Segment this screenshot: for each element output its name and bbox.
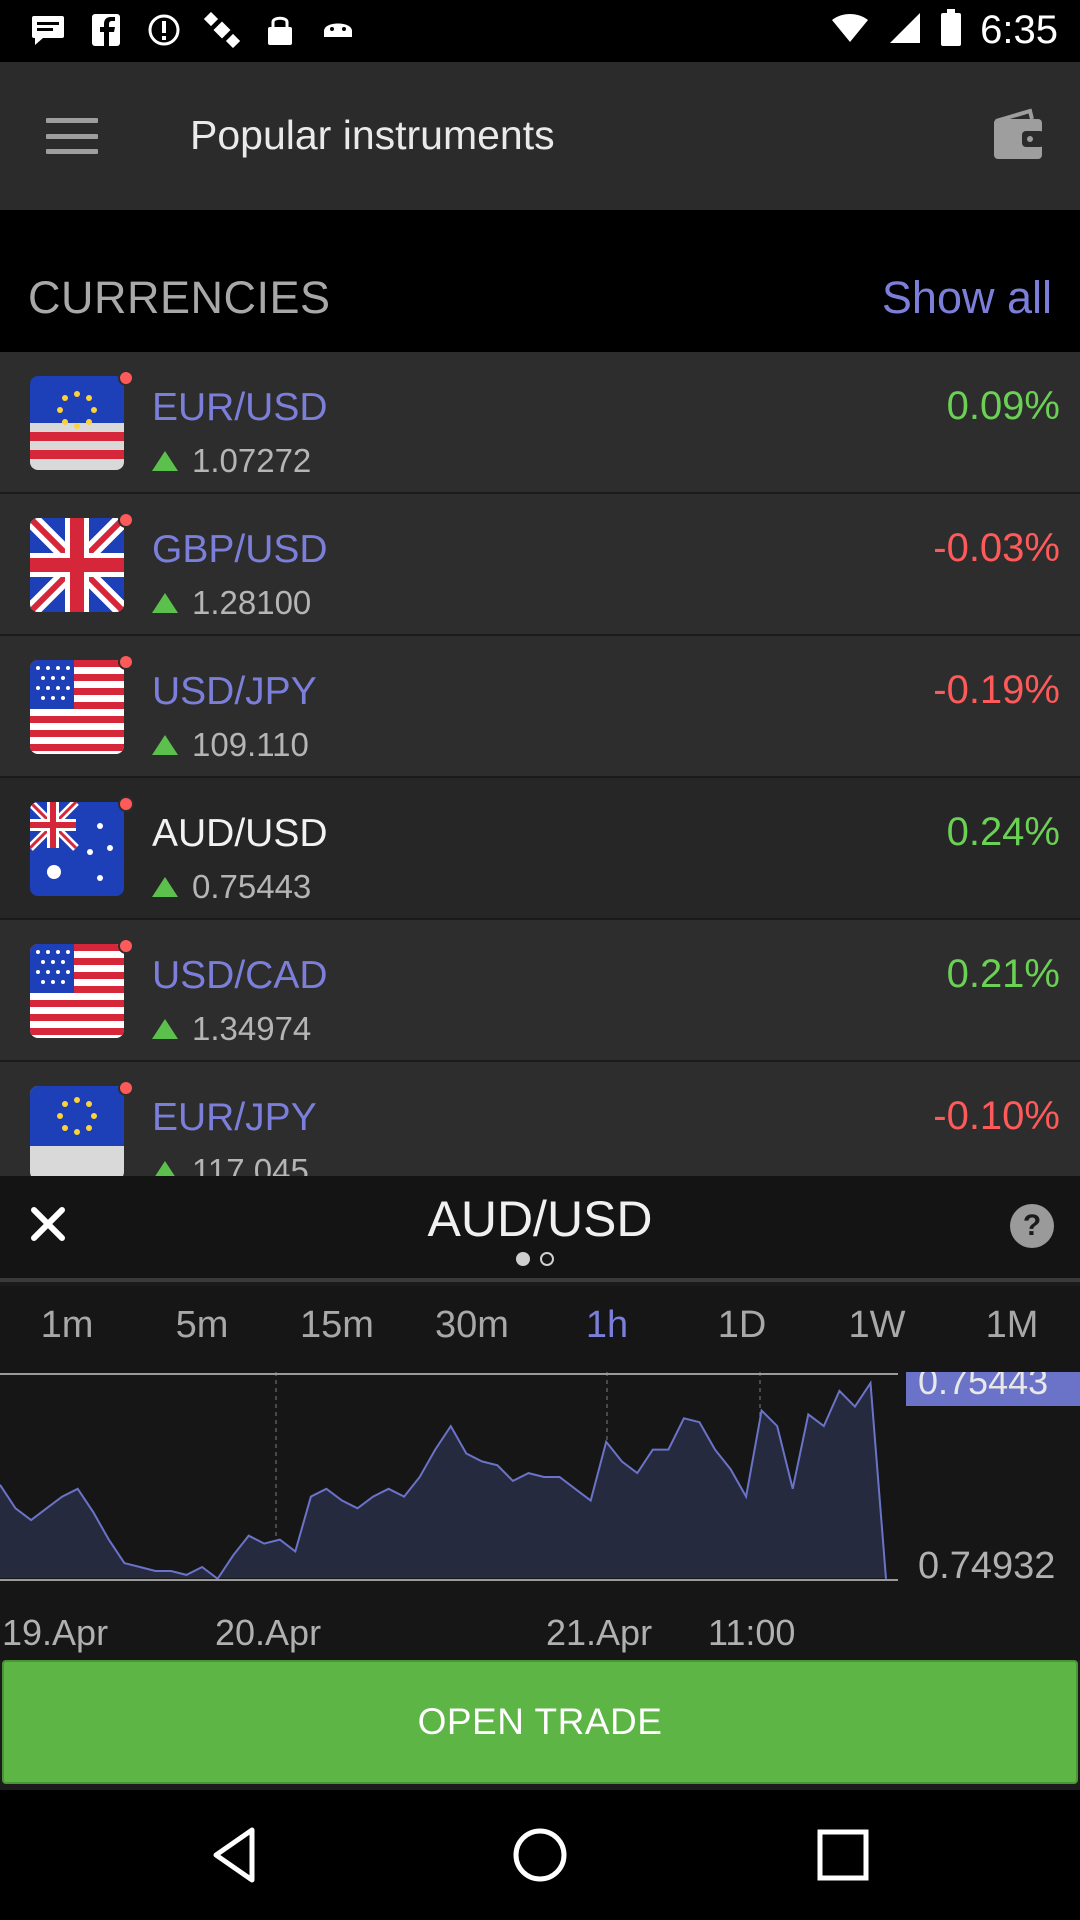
- up-arrow-icon: [152, 1161, 178, 1176]
- list-item[interactable]: USD/CAD 1.34974 0.21%: [0, 920, 1080, 1062]
- change-percent: -0.03%: [933, 526, 1060, 570]
- up-arrow-icon: [152, 877, 178, 897]
- show-all-link[interactable]: Show all: [882, 272, 1052, 324]
- pair-name: EUR/USD: [152, 386, 328, 429]
- price: 109.110: [192, 726, 309, 763]
- eu-flag-icon: [30, 1086, 124, 1176]
- up-arrow-icon: [152, 593, 178, 613]
- up-arrow-icon: [152, 1019, 178, 1039]
- change-percent: 0.09%: [946, 384, 1060, 428]
- pair-name: USD/CAD: [152, 954, 328, 997]
- up-arrow-icon: [152, 451, 178, 471]
- x-tick-label: 20.Apr: [215, 1612, 322, 1653]
- x-tick-label: 21.Apr: [546, 1612, 653, 1653]
- back-icon[interactable]: [202, 1820, 272, 1890]
- price: 1.34974: [192, 1010, 312, 1047]
- timeframe-1h[interactable]: 1h: [552, 1304, 662, 1347]
- chart-panel-header: AUD/USD ?: [0, 1176, 1080, 1282]
- hamburger-icon[interactable]: [44, 112, 100, 160]
- price: 0.75443: [192, 868, 312, 905]
- us-flag-icon: [30, 944, 124, 1038]
- status-dot: [118, 370, 134, 386]
- alert-icon: [146, 12, 182, 48]
- timeframe-1W[interactable]: 1W: [822, 1304, 932, 1347]
- timeframe-1M[interactable]: 1M: [957, 1304, 1067, 1347]
- lock-icon: [262, 12, 298, 48]
- pair-name: AUD/USD: [152, 812, 328, 855]
- signal-icon: [888, 11, 922, 50]
- x-tick-label: 19.Apr: [2, 1612, 109, 1653]
- x-tick-label: 11:00: [708, 1612, 796, 1653]
- timeframe-1m[interactable]: 1m: [12, 1304, 122, 1347]
- wallet-icon[interactable]: [990, 107, 1046, 163]
- recents-icon[interactable]: [808, 1820, 878, 1890]
- list-item[interactable]: USD/JPY 109.110 -0.19%: [0, 636, 1080, 778]
- change-percent: -0.19%: [933, 668, 1060, 712]
- android-icon: [320, 12, 356, 48]
- timeframe-1D[interactable]: 1D: [687, 1304, 797, 1347]
- status-dot: [118, 796, 134, 812]
- pair-name: USD/JPY: [152, 670, 317, 713]
- chart-panel: AUD/USD ? 1m 5m 15m 30m 1h 1D 1W 1M 0.75…: [0, 1176, 1080, 1790]
- y-tick-label: 0.74932: [918, 1545, 1055, 1587]
- timeframe-5m[interactable]: 5m: [147, 1304, 257, 1347]
- help-icon[interactable]: ?: [1010, 1204, 1054, 1248]
- price-chart[interactable]: 0.75443 0.74932 19.Apr 20.Apr 21.Apr 11:…: [0, 1372, 1080, 1660]
- section-title: CURRENCIES: [28, 272, 331, 323]
- app-bar: Popular instruments: [0, 62, 1080, 210]
- pair-name: EUR/JPY: [152, 1096, 317, 1139]
- list-item[interactable]: GBP/USD 1.28100 -0.03%: [0, 494, 1080, 636]
- timeframe-30m[interactable]: 30m: [417, 1304, 527, 1347]
- status-bar: 6:35: [0, 0, 1080, 62]
- page-indicator: [516, 1252, 554, 1266]
- change-percent: -0.10%: [933, 1094, 1060, 1138]
- status-dot: [118, 938, 134, 954]
- us-flag-icon: [30, 660, 124, 754]
- list-item[interactable]: AUD/USD 0.75443 0.24%: [0, 778, 1080, 920]
- au-flag-icon: [30, 802, 124, 896]
- timeframe-bar: 1m 5m 15m 30m 1h 1D 1W 1M: [0, 1286, 1080, 1372]
- status-dot: [118, 1080, 134, 1096]
- clock: 6:35: [980, 8, 1058, 52]
- list-item[interactable]: EUR/JPY 117.045 -0.10%: [0, 1062, 1080, 1176]
- eu-flag-icon: [30, 376, 124, 470]
- satellite-icon: [204, 12, 240, 48]
- status-dot: [118, 654, 134, 670]
- status-dot: [118, 512, 134, 528]
- instrument-list: EUR/USD 1.07272 0.09% GBP/USD 1.28100 -0…: [0, 352, 1080, 1176]
- change-percent: 0.21%: [946, 952, 1060, 996]
- message-icon: [30, 12, 66, 48]
- price: 1.28100: [192, 584, 312, 621]
- price: 1.07272: [192, 442, 312, 479]
- navigation-bar: [0, 1790, 1080, 1920]
- home-icon[interactable]: [505, 1820, 575, 1890]
- up-arrow-icon: [152, 735, 178, 755]
- price: 117.045: [192, 1152, 309, 1176]
- uk-flag-icon: [30, 518, 124, 612]
- y-tick-label: 0.75443: [918, 1372, 1048, 1402]
- change-percent: 0.24%: [946, 810, 1060, 854]
- timeframe-15m[interactable]: 15m: [282, 1304, 392, 1347]
- page-title: Popular instruments: [190, 112, 555, 158]
- open-trade-button[interactable]: OPEN TRADE: [2, 1660, 1078, 1784]
- list-item[interactable]: EUR/USD 1.07272 0.09%: [0, 352, 1080, 494]
- battery-icon: [940, 9, 962, 52]
- x-axis-labels: 19.Apr 20.Apr 21.Apr 11:00: [0, 1608, 1080, 1660]
- price-chart-svg: 0.75443 0.74932: [0, 1372, 1080, 1608]
- facebook-icon: [88, 12, 124, 48]
- wifi-icon: [830, 12, 870, 49]
- chart-title: AUD/USD: [427, 1191, 653, 1247]
- currencies-header: CURRENCIES Show all: [0, 210, 1080, 352]
- pair-name: GBP/USD: [152, 528, 328, 571]
